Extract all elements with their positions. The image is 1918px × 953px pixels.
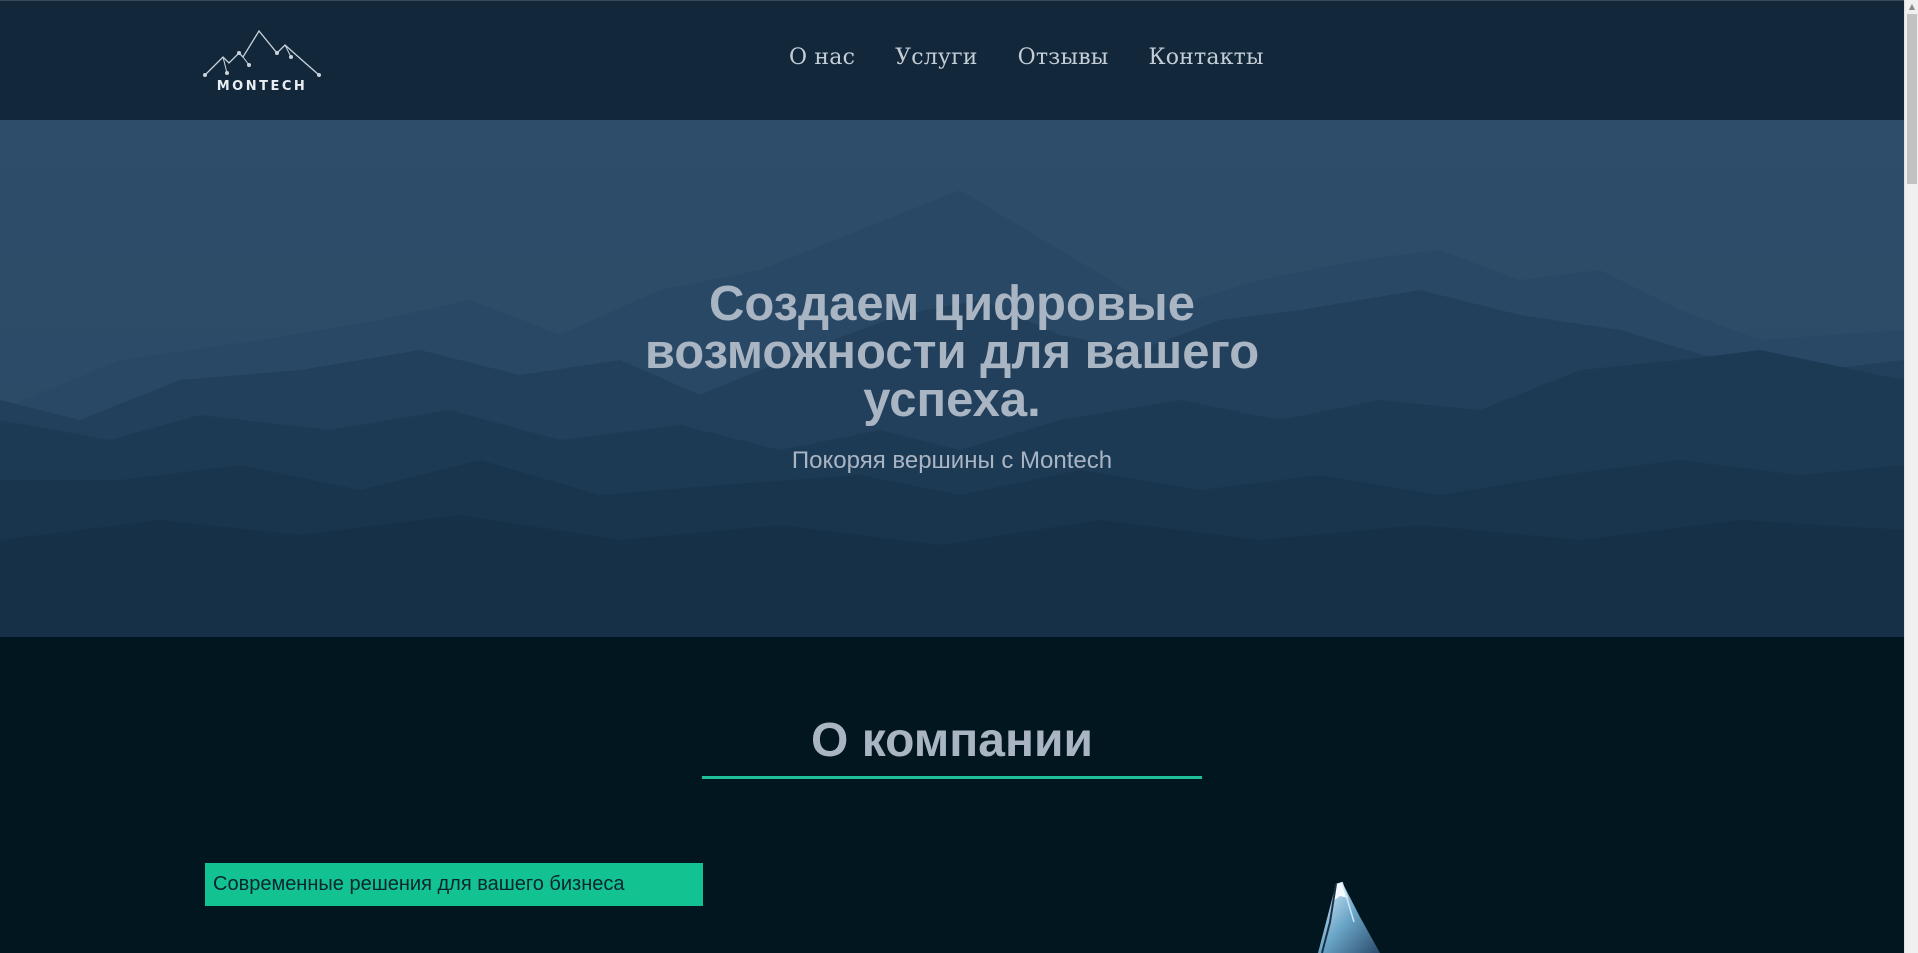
about-title-underline bbox=[702, 776, 1202, 779]
site-header: MONTECH О нас Услуги Отзывы Контакты bbox=[0, 0, 1904, 120]
about-section: О компании Современные решения для вашег… bbox=[0, 637, 1904, 953]
page-scrollbar[interactable]: ▲ bbox=[1904, 0, 1918, 953]
nav-link-contacts[interactable]: Контакты bbox=[1148, 45, 1263, 70]
hero-subtitle: Покоряя вершины с Montech bbox=[791, 447, 1113, 474]
main-nav: О нас Услуги Отзывы Контакты bbox=[789, 45, 1264, 70]
about-badge: Современные решения для вашего бизнеса bbox=[205, 863, 703, 906]
page: MONTECH О нас Услуги Отзывы Контакты Соз… bbox=[0, 0, 1904, 953]
mountain-logo-icon bbox=[203, 29, 321, 77]
nav-link-about[interactable]: О нас bbox=[789, 45, 855, 70]
logo[interactable]: MONTECH bbox=[203, 27, 321, 95]
nav-link-reviews[interactable]: Отзывы bbox=[1018, 45, 1109, 70]
nav-link-services[interactable]: Услуги bbox=[895, 45, 978, 70]
logo-text: MONTECH bbox=[216, 79, 308, 94]
mountain-peak-icon bbox=[1270, 862, 1400, 953]
about-title: О компании bbox=[811, 714, 1093, 767]
hero-title: Создаем цифровые возможности для вашего … bbox=[644, 277, 1260, 427]
scrollbar-thumb[interactable] bbox=[1907, 14, 1917, 184]
scroll-up-icon[interactable]: ▲ bbox=[1905, 0, 1918, 14]
hero-section: Создаем цифровые возможности для вашего … bbox=[0, 120, 1904, 637]
